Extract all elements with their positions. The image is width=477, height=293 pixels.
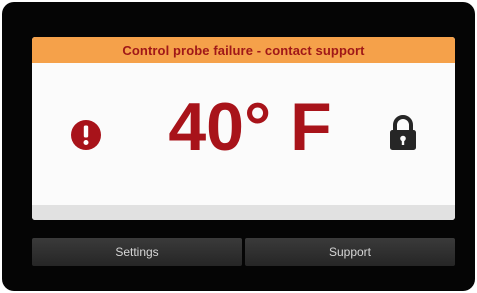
settings-button-label: Settings	[115, 245, 159, 259]
support-button[interactable]: Support	[245, 238, 455, 266]
alert-message: Control probe failure - contact support	[122, 42, 365, 58]
support-button-label: Support	[328, 245, 372, 259]
display-screen: Control probe failure - contact support …	[32, 37, 455, 220]
screen-footer-strip	[32, 205, 455, 220]
temperature-readout: 40° F	[168, 89, 332, 165]
settings-button[interactable]: Settings	[32, 238, 242, 266]
alert-banner: Control probe failure - contact support	[32, 37, 455, 63]
lock-icon[interactable]	[388, 115, 418, 151]
exclamation-circle-icon	[71, 120, 101, 150]
